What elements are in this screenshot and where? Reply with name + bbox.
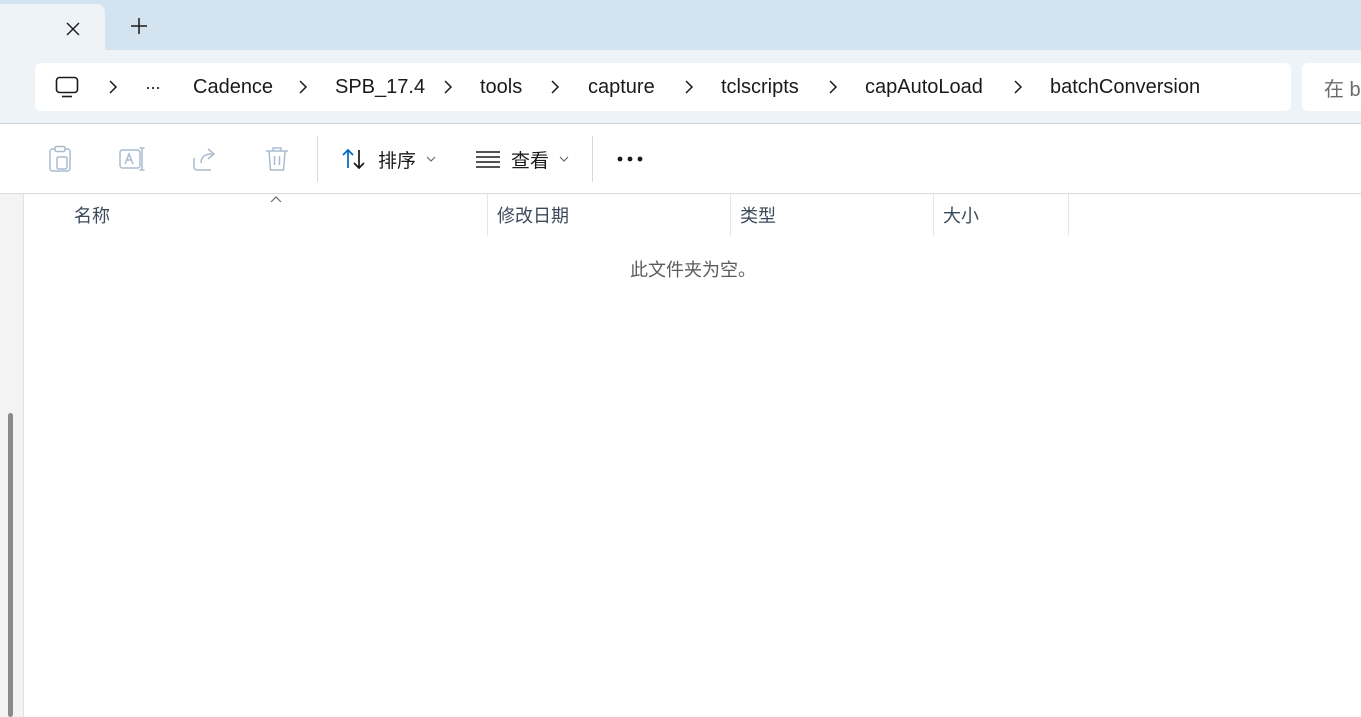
view-button[interactable]: 查看 [475,142,569,176]
breadcrumb-item-capture[interactable]: capture [588,63,655,111]
toolbar-divider [317,136,318,182]
trash-icon[interactable] [262,144,292,174]
empty-folder-message: 此文件夹为空。 [630,260,756,280]
column-divider[interactable] [730,194,731,236]
plus-icon[interactable] [126,13,152,39]
chevron-right-icon[interactable] [439,78,457,96]
chevron-right-icon[interactable] [104,78,122,96]
sort-icon [342,148,365,170]
chevron-right-icon[interactable] [1009,78,1027,96]
chevron-right-icon[interactable] [546,78,564,96]
toolbar-divider [592,136,593,182]
column-divider[interactable] [487,194,488,236]
rename-icon[interactable] [117,144,147,174]
sort-button[interactable]: 排序 [340,142,436,176]
share-icon[interactable] [190,144,220,174]
more-icon[interactable] [615,144,645,174]
chevron-right-icon[interactable] [680,78,698,96]
column-headers: 名称 修改日期 类型 大小 [25,194,1361,236]
monitor-icon[interactable] [55,63,79,111]
column-divider[interactable] [1068,194,1069,236]
command-bar: 排序 查看 [0,124,1361,194]
breadcrumb-overflow[interactable]: ··· [145,63,161,111]
paste-icon[interactable] [45,144,75,174]
breadcrumb-item-spb[interactable]: SPB_17.4 [335,63,425,111]
close-icon[interactable] [60,16,86,42]
sort-ascending-icon [270,196,282,203]
chevron-down-icon [559,156,569,162]
view-icon [476,151,500,168]
address-bar-row: ··· Cadence SPB_17.4 tools capture tclsc… [0,50,1361,124]
nav-scrollbar-thumb[interactable] [8,413,13,717]
column-header-modified[interactable]: 修改日期 [497,194,569,236]
breadcrumb-item-capautoload[interactable]: capAutoLoad [865,63,983,111]
column-divider[interactable] [933,194,934,236]
chevron-right-icon[interactable] [294,78,312,96]
title-bar [0,0,1361,50]
breadcrumb-item-batchconversion[interactable]: batchConversion [1050,63,1200,111]
column-header-type[interactable]: 类型 [740,194,776,236]
chevron-right-icon[interactable] [824,78,842,96]
chevron-down-icon [426,156,436,162]
breadcrumb[interactable]: ··· Cadence SPB_17.4 tools capture tclsc… [35,63,1291,111]
search-input[interactable]: 在 b [1302,63,1361,111]
active-tab[interactable] [0,4,105,50]
column-header-name[interactable]: 名称 [74,194,110,236]
column-header-size[interactable]: 大小 [943,194,979,236]
breadcrumb-item-tools[interactable]: tools [480,63,522,111]
breadcrumb-item-tclscripts[interactable]: tclscripts [721,63,799,111]
breadcrumb-item-cadence[interactable]: Cadence [193,63,273,111]
